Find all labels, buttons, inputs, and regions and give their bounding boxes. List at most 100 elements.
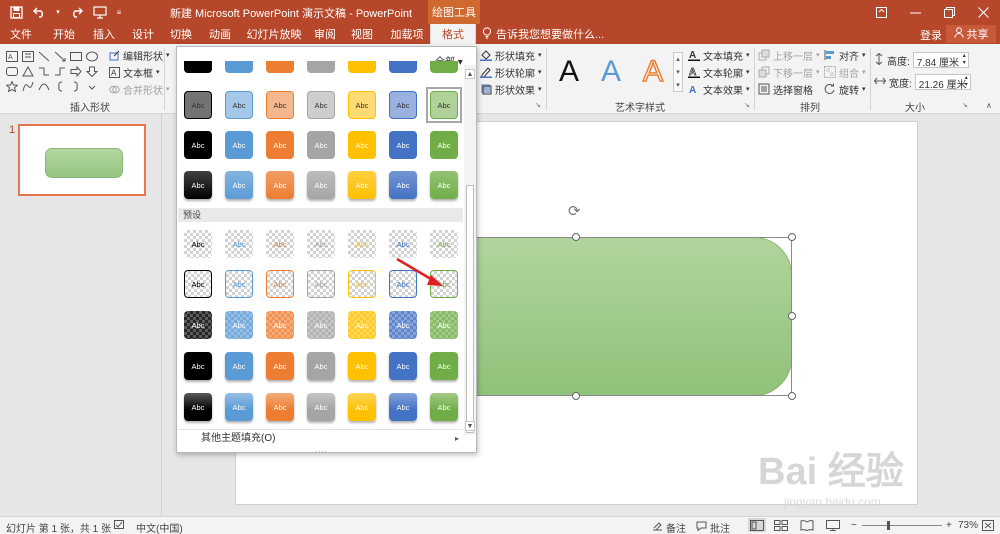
text-box-button[interactable]: A 文本框 ▾: [108, 64, 160, 80]
theme-style-partial-5[interactable]: [389, 61, 417, 73]
preset-style-swatch[interactable]: Abc: [307, 270, 335, 298]
notes-button[interactable]: 备注: [652, 520, 686, 534]
dropdown-arrow-icon[interactable]: ▾: [54, 3, 62, 21]
resize-handle-top[interactable]: [572, 233, 580, 241]
slide-thumbnail[interactable]: [18, 124, 146, 196]
align-button[interactable]: 对齐 ▾: [824, 47, 866, 63]
scrollbar-thumb[interactable]: [466, 185, 474, 433]
theme-style-partial-4[interactable]: [348, 61, 376, 73]
size-launcher-icon[interactable]: ↘: [962, 101, 970, 109]
theme-style-swatch[interactable]: Abc: [266, 131, 294, 159]
line-shape-icon[interactable]: [36, 49, 51, 63]
preset-style-swatch[interactable]: Abc: [389, 393, 417, 421]
vertical-text-box-icon[interactable]: [20, 49, 35, 63]
preset-style-swatch[interactable]: Abc: [430, 352, 458, 380]
right-brace-icon[interactable]: [68, 79, 83, 93]
shape-effects-button[interactable]: 形状效果 ▾: [480, 81, 542, 97]
elbow-connector-icon[interactable]: [36, 64, 51, 78]
preset-style-swatch[interactable]: Abc: [266, 230, 294, 258]
merge-shapes-button[interactable]: 合并形状 ▾: [108, 81, 170, 97]
tab-insert[interactable]: 插入: [86, 24, 122, 44]
normal-view-icon[interactable]: [748, 518, 766, 532]
resize-handle-bottom[interactable]: [572, 392, 580, 400]
preset-style-swatch[interactable]: Abc: [225, 393, 253, 421]
wordart-gallery-scroll[interactable]: ▴ ▾ ▾: [673, 52, 683, 92]
theme-style-swatch[interactable]: Abc: [266, 91, 294, 119]
preset-style-swatch[interactable]: Abc: [225, 270, 253, 298]
preset-style-swatch[interactable]: Abc: [348, 393, 376, 421]
sign-in-link[interactable]: 登录: [920, 27, 942, 43]
theme-style-partial-2[interactable]: [266, 61, 294, 73]
selected-rounded-rectangle[interactable]: [476, 237, 792, 396]
theme-style-swatch[interactable]: Abc: [184, 91, 212, 119]
share-button[interactable]: 共享: [946, 25, 996, 43]
theme-style-swatch[interactable]: Abc: [348, 131, 376, 159]
group-button[interactable]: 组合 ▾: [824, 64, 866, 80]
selection-pane-button[interactable]: 选择窗格: [758, 81, 813, 97]
preset-style-swatch[interactable]: Abc: [225, 230, 253, 258]
rectangle-shape-icon[interactable]: [68, 49, 83, 63]
resize-handle-top-right[interactable]: [788, 233, 796, 241]
gallery-scrollbar[interactable]: ▲ ▼: [464, 65, 476, 435]
language-indicator[interactable]: 中文(中国): [136, 520, 183, 534]
preset-style-swatch[interactable]: Abc: [430, 393, 458, 421]
shape-fill-button[interactable]: 形状填充 ▾: [480, 47, 542, 63]
rotate-handle-icon[interactable]: ⟳: [568, 204, 584, 220]
close-icon[interactable]: [966, 0, 1000, 24]
shapes-gallery[interactable]: A: [4, 49, 100, 93]
customize-toolbar-icon[interactable]: ≡: [114, 3, 124, 21]
rotate-button[interactable]: 旋转 ▾: [824, 81, 866, 97]
edit-shape-button[interactable]: 编辑形状 ▾: [108, 47, 170, 63]
preset-style-swatch[interactable]: Abc: [430, 311, 458, 339]
tab-animations[interactable]: 动画: [202, 24, 238, 44]
spell-check-icon[interactable]: [114, 520, 125, 530]
tell-me-box[interactable]: 告诉我您想要做什么...: [482, 24, 604, 44]
text-effects-button[interactable]: A 文本效果 ▾: [688, 81, 750, 97]
slideshow-view-icon[interactable]: [826, 520, 840, 531]
tab-file[interactable]: 文件: [4, 24, 38, 44]
preset-style-swatch[interactable]: Abc: [266, 311, 294, 339]
right-arrow-shape-icon[interactable]: [68, 64, 83, 78]
shape-styles-launcher-icon[interactable]: ↘: [535, 101, 543, 109]
elbow-arrow-connector-icon[interactable]: [52, 64, 67, 78]
rounded-rectangle-shape-icon[interactable]: [4, 64, 19, 78]
resize-handle-bottom-right[interactable]: [788, 392, 796, 400]
theme-style-swatch[interactable]: Abc: [225, 171, 253, 199]
minimize-icon[interactable]: [898, 0, 932, 24]
bring-forward-button[interactable]: 上移一层 ▾: [758, 47, 820, 63]
preset-style-swatch[interactable]: Abc: [389, 352, 417, 380]
redo-icon[interactable]: [66, 3, 86, 21]
theme-style-partial-6[interactable]: [430, 61, 458, 73]
restore-icon[interactable]: [932, 0, 966, 24]
fit-slide-icon[interactable]: [982, 520, 994, 531]
theme-style-swatch[interactable]: Abc: [389, 131, 417, 159]
preset-style-swatch[interactable]: Abc: [266, 393, 294, 421]
preset-style-swatch[interactable]: Abc: [348, 352, 376, 380]
theme-style-swatch[interactable]: Abc: [348, 91, 376, 119]
curve-shape-icon[interactable]: [20, 79, 35, 93]
width-spinner-icon[interactable]: ▴ ▾: [965, 75, 968, 89]
preset-style-swatch[interactable]: Abc: [430, 230, 458, 258]
arrow-line-shape-icon[interactable]: [52, 49, 67, 63]
height-input[interactable]: 7.84 厘米 ▴ ▾: [912, 52, 969, 69]
tab-slide-show[interactable]: 幻灯片放映: [244, 24, 304, 44]
left-brace-icon[interactable]: [52, 79, 67, 93]
height-spinner-icon[interactable]: ▴ ▾: [963, 53, 966, 67]
preset-style-swatch[interactable]: Abc: [348, 270, 376, 298]
scroll-up-icon[interactable]: ▲: [465, 69, 475, 79]
theme-style-partial-1[interactable]: [225, 61, 253, 73]
theme-style-swatch[interactable]: Abc: [225, 131, 253, 159]
preset-style-swatch[interactable]: Abc: [266, 352, 294, 380]
theme-style-swatch[interactable]: Abc: [430, 131, 458, 159]
reading-view-icon[interactable]: [800, 520, 814, 531]
theme-style-swatch[interactable]: Abc: [307, 171, 335, 199]
slide-sorter-view-icon[interactable]: [774, 520, 788, 531]
preset-style-swatch[interactable]: Abc: [389, 230, 417, 258]
shape-outline-button[interactable]: 形状轮廓 ▾: [480, 64, 542, 80]
theme-style-swatch[interactable]: Abc: [225, 91, 253, 119]
text-box-shape-icon[interactable]: A: [4, 49, 19, 63]
collapse-ribbon-icon[interactable]: ∧: [986, 101, 992, 110]
theme-style-swatch[interactable]: Abc: [348, 171, 376, 199]
wordart-style-black-icon[interactable]: A: [551, 48, 587, 96]
wordart-styles-launcher-icon[interactable]: ↘: [744, 101, 752, 109]
